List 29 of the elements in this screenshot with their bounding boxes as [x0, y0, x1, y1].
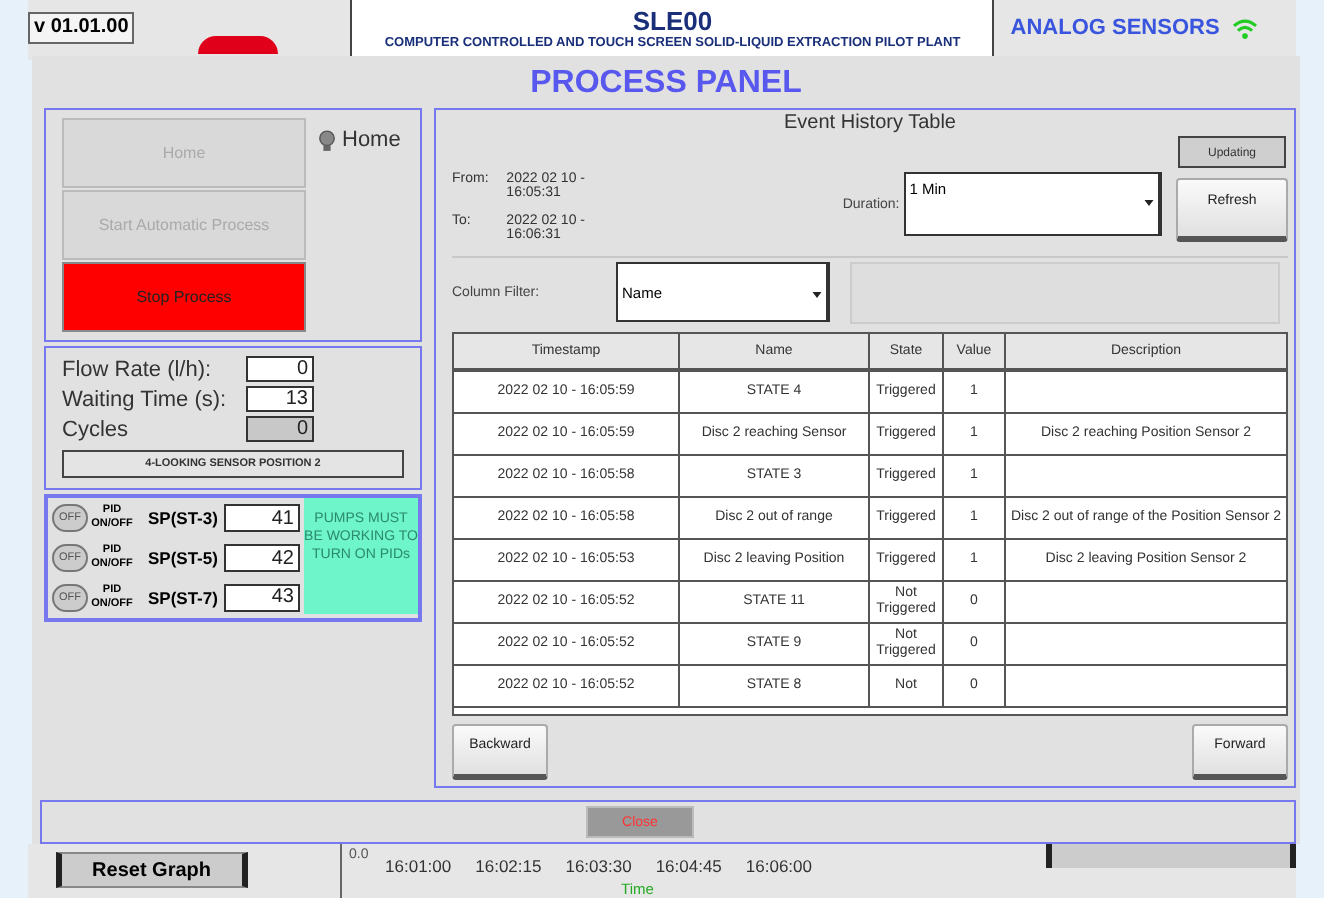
version-label: v 01.01.00 [28, 12, 135, 44]
filter-field[interactable] [850, 261, 1280, 323]
parameter-label: Cycles [62, 417, 131, 441]
axis-tick-label: 16:01:00 [385, 856, 452, 876]
parameter-field[interactable]: 13 [246, 386, 314, 412]
wifi-icon [1231, 17, 1258, 39]
section-title: ANALOG SENSORS [1010, 16, 1220, 40]
axis-tick-label: 16:04:45 [655, 856, 722, 876]
panel-button[interactable] [1045, 844, 1296, 868]
reset-graph-button[interactable]: Reset Graph [56, 852, 248, 888]
caret-icon [812, 292, 822, 298]
setpoint-field[interactable]: 41 [224, 504, 300, 533]
axis-tick-label: 16:06:00 [745, 856, 812, 876]
setpoint-label: SP(ST-3) [148, 508, 220, 529]
axis-tick-label: 16:03:30 [565, 856, 632, 876]
parameter-label: Flow Rate (l/h): [62, 357, 214, 381]
parameter-label: Waiting Time (s): [62, 387, 229, 411]
caret-icon [1144, 200, 1154, 206]
setpoint-field[interactable]: 42 [224, 544, 300, 572]
setpoint-label: SP(ST-5) [148, 548, 220, 568]
setpoint-field[interactable]: 43 [224, 583, 300, 612]
axis-tick-label: 16:02:15 [475, 856, 542, 876]
home-indicator-label: Home [342, 128, 401, 152]
setpoint-label: SP(ST-7) [148, 587, 220, 608]
app-title: SLE00 [630, 6, 715, 36]
event-table-title: Event History Table [782, 112, 958, 136]
parameter-field[interactable]: 0 [246, 356, 314, 382]
dialog-title: PROCESS PANEL [530, 64, 802, 104]
stop-button[interactable]: Stop Process [62, 262, 306, 332]
